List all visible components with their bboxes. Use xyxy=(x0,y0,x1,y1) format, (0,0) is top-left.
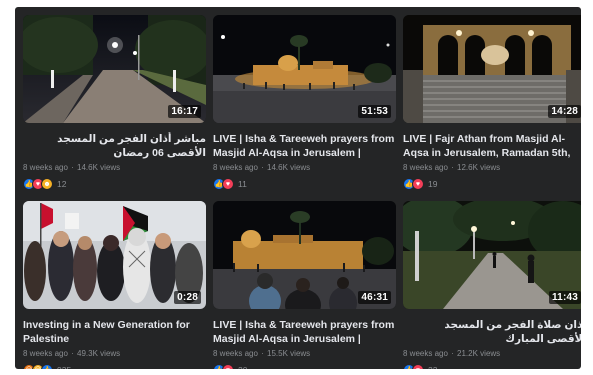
video-card[interactable]: 11:43 أذان صلاة الفجر من المسجد الأقصى ا… xyxy=(403,201,581,369)
video-duration: 11:43 xyxy=(548,291,581,304)
video-title[interactable]: مباشر أذان الفجر من المسجد الأقصى 06 رمض… xyxy=(23,132,206,160)
reactions-summary[interactable]: 👍 ♥ 19 xyxy=(403,177,581,191)
reactions-summary[interactable]: 👍 ♥ 11 xyxy=(213,177,396,191)
like-icon: 👍 xyxy=(41,364,53,369)
reaction-count: 22 xyxy=(428,365,437,369)
video-views: 14.6K views xyxy=(267,163,311,172)
video-duration: 0:28 xyxy=(174,291,201,304)
video-title[interactable]: LIVE | Isha & Tareeweh prayers from Masj… xyxy=(213,318,396,346)
video-title[interactable]: Investing in a New Generation for Palest… xyxy=(23,318,206,346)
video-thumbnail[interactable]: 14:28 xyxy=(403,15,581,123)
video-age: 8 weeks ago xyxy=(403,349,448,358)
video-thumbnail[interactable]: 46:31 xyxy=(213,201,396,309)
reaction-count: 11 xyxy=(238,179,247,189)
video-title[interactable]: LIVE | Isha & Tareeweh prayers from Masj… xyxy=(213,132,396,160)
reactions-summary[interactable]: 👍 ♥ 20 xyxy=(213,363,396,369)
video-thumbnail[interactable]: 16:17 xyxy=(23,15,206,123)
reactions-summary[interactable]: ☹ ☹ 👍 935 xyxy=(23,363,206,369)
reaction-count: 12 xyxy=(57,179,67,189)
video-views: 14.6K views xyxy=(77,163,121,172)
video-title[interactable]: أذان صلاة الفجر من المسجد الأقصى المبارك xyxy=(403,318,581,346)
video-views: 49.3K views xyxy=(77,349,121,358)
video-thumbnail[interactable]: 51:53 xyxy=(213,15,396,123)
video-meta: 8 weeks ago · 14.6K views xyxy=(23,163,121,172)
video-views: 21.2K views xyxy=(457,349,501,358)
love-icon: ♥ xyxy=(222,178,234,190)
video-views: 12.6K views xyxy=(457,163,501,172)
reaction-count: 19 xyxy=(428,179,438,189)
love-icon: ♥ xyxy=(412,364,424,369)
video-age: 8 weeks ago xyxy=(403,163,448,172)
care-icon: ☻ xyxy=(41,178,53,190)
video-meta: 8 weeks ago · 14.6K views xyxy=(213,163,311,172)
video-grid-panel: 16:17 مباشر أذان الفجر من المسجد الأقصى … xyxy=(15,7,581,369)
video-meta: 8 weeks ago · 15.5K views xyxy=(213,349,311,358)
video-thumbnail[interactable]: 0:28 xyxy=(23,201,206,309)
video-duration: 16:17 xyxy=(168,105,201,118)
reaction-count: 935 xyxy=(57,365,71,369)
video-title[interactable]: LIVE | Fajr Athan from Masjid Al-Aqsa in… xyxy=(403,132,581,160)
video-thumbnail[interactable]: 11:43 xyxy=(403,201,581,309)
video-views: 15.5K views xyxy=(267,349,311,358)
video-meta: 8 weeks ago · 12.6K views xyxy=(403,163,501,172)
video-age: 8 weeks ago xyxy=(213,349,258,358)
love-icon: ♥ xyxy=(412,178,424,190)
video-duration: 14:28 xyxy=(548,105,581,118)
video-age: 8 weeks ago xyxy=(23,163,68,172)
reactions-summary[interactable]: 👍 ♥ 22 xyxy=(403,363,581,369)
video-card[interactable]: 46:31 LIVE | Isha & Tareeweh prayers fro… xyxy=(213,201,396,369)
love-icon: ♥ xyxy=(222,364,234,369)
video-grid: 16:17 مباشر أذان الفجر من المسجد الأقصى … xyxy=(23,15,581,369)
video-duration: 51:53 xyxy=(358,105,391,118)
reactions-summary[interactable]: 👍 ♥ ☻ 12 xyxy=(23,177,206,191)
video-card[interactable]: 51:53 LIVE | Isha & Tareeweh prayers fro… xyxy=(213,15,396,193)
video-age: 8 weeks ago xyxy=(213,163,258,172)
video-duration: 46:31 xyxy=(358,291,391,304)
video-meta: 8 weeks ago · 49.3K views xyxy=(23,349,121,358)
video-card[interactable]: 0:28 Investing in a New Generation for P… xyxy=(23,201,206,369)
reaction-count: 20 xyxy=(238,365,247,369)
video-meta: 8 weeks ago · 21.2K views xyxy=(403,349,501,358)
video-age: 8 weeks ago xyxy=(23,349,68,358)
video-card[interactable]: 16:17 مباشر أذان الفجر من المسجد الأقصى … xyxy=(23,15,206,193)
video-card[interactable]: 14:28 LIVE | Fajr Athan from Masjid Al-A… xyxy=(403,15,581,193)
